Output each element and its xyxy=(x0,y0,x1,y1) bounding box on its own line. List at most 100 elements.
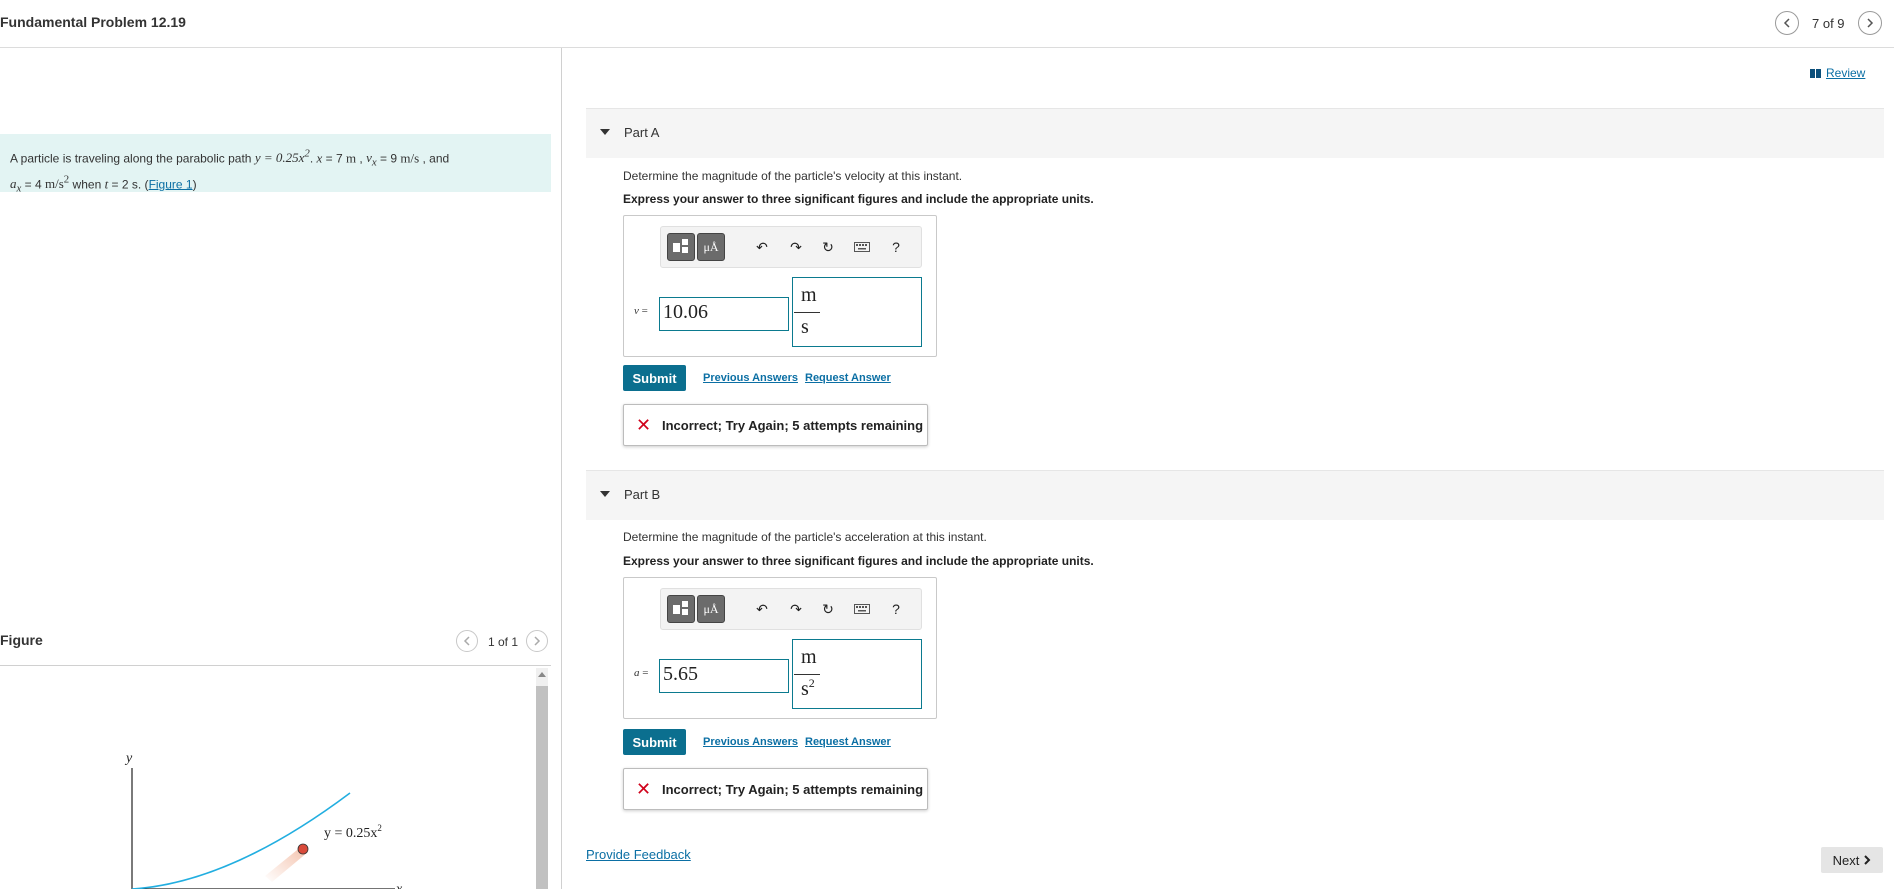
part-a-instruction: Express your answer to three significant… xyxy=(623,192,1094,206)
reset-icon[interactable]: ↻ xyxy=(819,238,837,256)
x-value: = 7 xyxy=(322,151,346,166)
vx-symbol: vx xyxy=(366,150,377,169)
curve-label-text: y = 0.25x xyxy=(324,826,377,841)
unit-numerator: m xyxy=(801,284,817,306)
unit-numerator: m xyxy=(801,646,817,668)
unit-denominator: s xyxy=(801,316,809,339)
ax-value: = 4 xyxy=(21,177,45,192)
part-a-variable: v = xyxy=(634,305,648,317)
next-problem-button[interactable] xyxy=(1858,11,1882,35)
chevron-right-icon xyxy=(1864,855,1871,865)
previous-problem-button[interactable] xyxy=(1775,11,1799,35)
equals-sign: = xyxy=(638,305,648,317)
part-b-math-toolbar: μÅ ↶ ↷ ↻ ? xyxy=(660,588,922,630)
part-b-variable: a = xyxy=(634,667,648,679)
figure-scrollbar[interactable] xyxy=(536,668,548,889)
part-a-value-input[interactable]: 10.06 xyxy=(659,297,789,331)
collapse-triangle-icon[interactable] xyxy=(600,129,610,135)
part-a-previous-answers-link[interactable]: Previous Answers xyxy=(703,372,798,384)
review-link[interactable]: Review xyxy=(1810,66,1865,80)
part-b-answer-box: μÅ ↶ ↷ ↻ ? a = 5.65 m s2 xyxy=(623,577,937,719)
chevron-left-icon xyxy=(463,636,470,646)
t-value: = 2 s. ( xyxy=(108,177,149,192)
figure-link[interactable]: Figure 1 xyxy=(149,177,193,191)
keyboard-icon[interactable] xyxy=(853,238,871,256)
sep: , xyxy=(356,151,367,166)
scrollbar-thumb[interactable] xyxy=(536,686,548,889)
problem-counter: 7 of 9 xyxy=(1812,16,1845,31)
problem-intro: A particle is traveling along the parabo… xyxy=(10,151,255,166)
undo-icon[interactable]: ↶ xyxy=(753,238,771,256)
keyboard-icon[interactable] xyxy=(853,600,871,618)
units-button[interactable]: μÅ xyxy=(697,233,725,261)
figure-prev-button[interactable] xyxy=(456,630,478,652)
part-a-submit-button[interactable]: Submit xyxy=(623,365,686,391)
figure-next-button[interactable] xyxy=(526,630,548,652)
part-a-math-toolbar: μÅ ↶ ↷ ↻ ? xyxy=(660,226,922,268)
part-b-instruction: Express your answer to three significant… xyxy=(623,554,1094,568)
vx-value: = 9 xyxy=(376,151,401,166)
part-a-label: Part A xyxy=(624,125,660,140)
page-title: Fundamental Problem 12.19 xyxy=(0,14,186,30)
chevron-left-icon xyxy=(1783,18,1790,28)
part-a-feedback: ✕ Incorrect; Try Again; 5 attempts remai… xyxy=(623,404,928,446)
part-b-feedback: ✕ Incorrect; Try Again; 5 attempts remai… xyxy=(623,768,928,810)
collapse-triangle-icon[interactable] xyxy=(600,491,610,497)
figure-counter: 1 of 1 xyxy=(488,635,519,649)
part-b-unit-input[interactable]: m s2 xyxy=(792,639,922,709)
redo-icon[interactable]: ↷ xyxy=(787,238,805,256)
units-button[interactable]: μÅ xyxy=(697,595,725,623)
curve-label-exp: 2 xyxy=(377,823,382,833)
problem-statement: A particle is traveling along the parabo… xyxy=(0,134,551,195)
part-b-value-input[interactable]: 5.65 xyxy=(659,659,789,693)
x-axis-label: x xyxy=(395,882,403,889)
part-a-request-answer-link[interactable]: Request Answer xyxy=(805,372,891,384)
part-a-unit-input[interactable]: m s xyxy=(792,277,922,347)
templates-button[interactable] xyxy=(667,233,695,261)
x-unit: m xyxy=(345,150,357,166)
next-label: Next xyxy=(1832,852,1860,868)
ax-symbol: ax xyxy=(10,176,21,195)
part-b-request-answer-link[interactable]: Request Answer xyxy=(805,736,891,748)
error-icon: ✕ xyxy=(636,415,652,436)
templates-icon xyxy=(673,239,688,253)
when-text: when xyxy=(69,177,105,192)
help-button[interactable]: ? xyxy=(887,600,905,618)
help-button[interactable]: ? xyxy=(887,238,905,256)
chevron-right-icon xyxy=(534,636,541,646)
unit-denominator-text: s xyxy=(801,316,809,338)
close-paren: ) xyxy=(192,177,197,192)
figure-diagram: y x y = 0.25x2 xyxy=(124,751,403,889)
curve-label: y = 0.25x2 xyxy=(324,823,382,841)
part-b-submit-button[interactable]: Submit xyxy=(623,729,686,755)
unit-denominator-exp: 2 xyxy=(808,676,815,690)
y-axis-label: y xyxy=(124,751,133,766)
part-b-previous-answers-link[interactable]: Previous Answers xyxy=(703,736,798,748)
reset-icon[interactable]: ↻ xyxy=(819,600,837,618)
scroll-up-icon[interactable] xyxy=(538,672,546,677)
templates-icon xyxy=(673,601,688,615)
unit-denominator: s2 xyxy=(801,676,815,701)
fraction-bar xyxy=(794,674,820,675)
path-equation: y = 0.25x2 xyxy=(254,148,310,166)
next-button[interactable]: Next xyxy=(1821,847,1883,873)
part-a-feedback-message: Incorrect; Try Again; 5 attempts remaini… xyxy=(662,418,924,433)
figure-header: Figure 1 of 1 xyxy=(0,630,551,666)
fraction-bar xyxy=(794,312,820,313)
undo-icon[interactable]: ↶ xyxy=(753,600,771,618)
sep: , and xyxy=(419,151,450,166)
equals-sign: = xyxy=(639,667,649,679)
part-a-header[interactable]: Part A xyxy=(586,108,1884,158)
redo-icon[interactable]: ↷ xyxy=(787,600,805,618)
vx-unit: m/s xyxy=(400,150,420,166)
ax-unit: m/s2 xyxy=(45,174,69,191)
part-b-label: Part B xyxy=(624,487,661,502)
path-equation-text: y = 0.25x xyxy=(254,150,305,166)
review-label: Review xyxy=(1826,66,1866,80)
templates-button[interactable] xyxy=(667,595,695,623)
book-icon xyxy=(1810,68,1821,78)
provide-feedback-link[interactable]: Provide Feedback xyxy=(586,847,691,862)
part-a-question: Determine the magnitude of the particle'… xyxy=(623,169,963,183)
part-b-header[interactable]: Part B xyxy=(586,470,1884,520)
part-a-answer-box: μÅ ↶ ↷ ↻ ? v = 10.06 m s xyxy=(623,215,937,357)
